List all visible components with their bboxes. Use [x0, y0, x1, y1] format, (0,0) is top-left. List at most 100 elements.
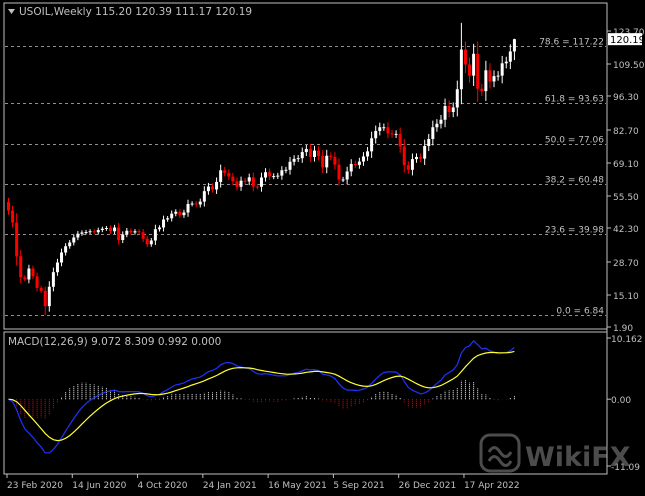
candle	[280, 166, 284, 180]
wikifx-logo-icon	[479, 433, 521, 473]
macd-tick-label: 0.00	[611, 396, 631, 406]
candle	[239, 176, 243, 191]
candle	[68, 239, 72, 249]
fib-label-4: 23.6 = 39.98	[545, 226, 604, 236]
candle	[317, 146, 321, 161]
candle-body	[337, 164, 341, 180]
candle-body	[215, 181, 219, 190]
candle-body	[512, 39, 516, 52]
price-tick-label: 55.50	[613, 193, 639, 203]
candle-body	[129, 230, 133, 233]
candle-body	[227, 172, 231, 177]
candle	[47, 281, 51, 312]
wikifx-logo-text: WikiFX	[525, 442, 631, 473]
candle-body	[292, 158, 296, 162]
candle	[259, 172, 263, 192]
candle-body	[43, 290, 47, 307]
fib-label-5: 0.0 = 6.84	[556, 307, 604, 317]
candle	[129, 228, 133, 235]
candle	[386, 122, 390, 139]
candle	[292, 155, 296, 166]
candle	[288, 156, 292, 175]
candle-body	[104, 228, 108, 229]
candle-body	[243, 180, 247, 182]
candle-body	[317, 150, 321, 156]
candle-body	[353, 163, 357, 165]
candle	[321, 150, 325, 174]
candle-body	[186, 204, 190, 213]
fibonacci-levels: 78.6 = 117.22 61.8 = 93.63 50.0 = 77.06 38.…	[5, 38, 606, 317]
candle	[247, 173, 251, 186]
candle	[88, 229, 92, 235]
candle-body	[198, 201, 202, 205]
candle	[141, 228, 145, 243]
menu-triangle-icon[interactable]	[8, 9, 15, 14]
candle	[500, 55, 504, 84]
candle-body	[435, 123, 439, 128]
candle-body	[166, 218, 170, 220]
candle-body	[345, 171, 349, 180]
candle-body	[182, 212, 186, 216]
wikifx-watermark: WikiFX	[479, 433, 631, 473]
time-tick-label: 4 Oct 2020	[138, 481, 188, 491]
candle-body	[406, 165, 410, 170]
candle-body	[459, 49, 463, 90]
candle	[162, 215, 166, 232]
candle	[117, 222, 121, 245]
candle-body	[325, 155, 329, 168]
candle	[300, 147, 304, 163]
candle-body	[496, 75, 500, 77]
macd-line	[8, 340, 515, 454]
candle-body	[39, 287, 43, 291]
candle-body	[72, 237, 76, 243]
candle-body	[80, 232, 84, 234]
candle-body	[492, 76, 496, 82]
candle	[190, 201, 194, 207]
candle-body	[117, 227, 121, 240]
candle	[394, 130, 398, 138]
candle-body	[84, 232, 88, 233]
candle	[276, 172, 280, 179]
candle-body	[125, 230, 129, 235]
candle	[374, 125, 378, 144]
candle-body	[300, 152, 304, 159]
candle	[492, 70, 496, 88]
candle	[251, 172, 255, 192]
fib-label-0: 78.6 = 117.22	[539, 38, 604, 48]
candle	[402, 139, 406, 173]
candle	[512, 38, 516, 61]
candle	[455, 80, 459, 117]
candle	[231, 172, 235, 186]
candle-body	[92, 231, 96, 233]
candle	[133, 229, 137, 235]
candle-body	[149, 240, 153, 245]
svg-text:120.19: 120.19	[610, 35, 645, 46]
candle	[406, 161, 410, 174]
candle-body	[451, 107, 455, 112]
candle-body	[31, 268, 35, 277]
trading-chart[interactable]: USOIL,Weekly 115.20 120.39 111.17 120.19…	[0, 0, 645, 492]
price-tick-label: 28.70	[613, 259, 639, 269]
candle-body	[349, 163, 353, 172]
candle-body	[113, 227, 117, 232]
candle	[235, 177, 239, 191]
chart-svg[interactable]: USOIL,Weekly 115.20 120.39 111.17 120.19…	[0, 0, 645, 492]
candle	[488, 63, 492, 89]
candle-body	[76, 233, 80, 238]
candle-body	[255, 186, 259, 188]
candle-body	[410, 159, 414, 170]
candle-body	[280, 170, 284, 176]
time-tick-label: 16 May 2021	[268, 481, 327, 491]
time-tick-label: 23 Feb 2020	[7, 481, 63, 491]
candle-body	[7, 202, 10, 211]
candle-body	[235, 181, 239, 187]
macd-header: MACD(12,26,9) 9.072 8.309 0.992 0.000	[8, 336, 221, 348]
candle	[496, 71, 500, 81]
candle	[178, 208, 182, 219]
time-tick-label: 5 Sep 2021	[333, 481, 384, 491]
candle-body	[223, 170, 227, 173]
candle	[109, 225, 112, 234]
candle	[398, 127, 402, 153]
candle	[55, 258, 59, 276]
candle	[243, 177, 247, 185]
